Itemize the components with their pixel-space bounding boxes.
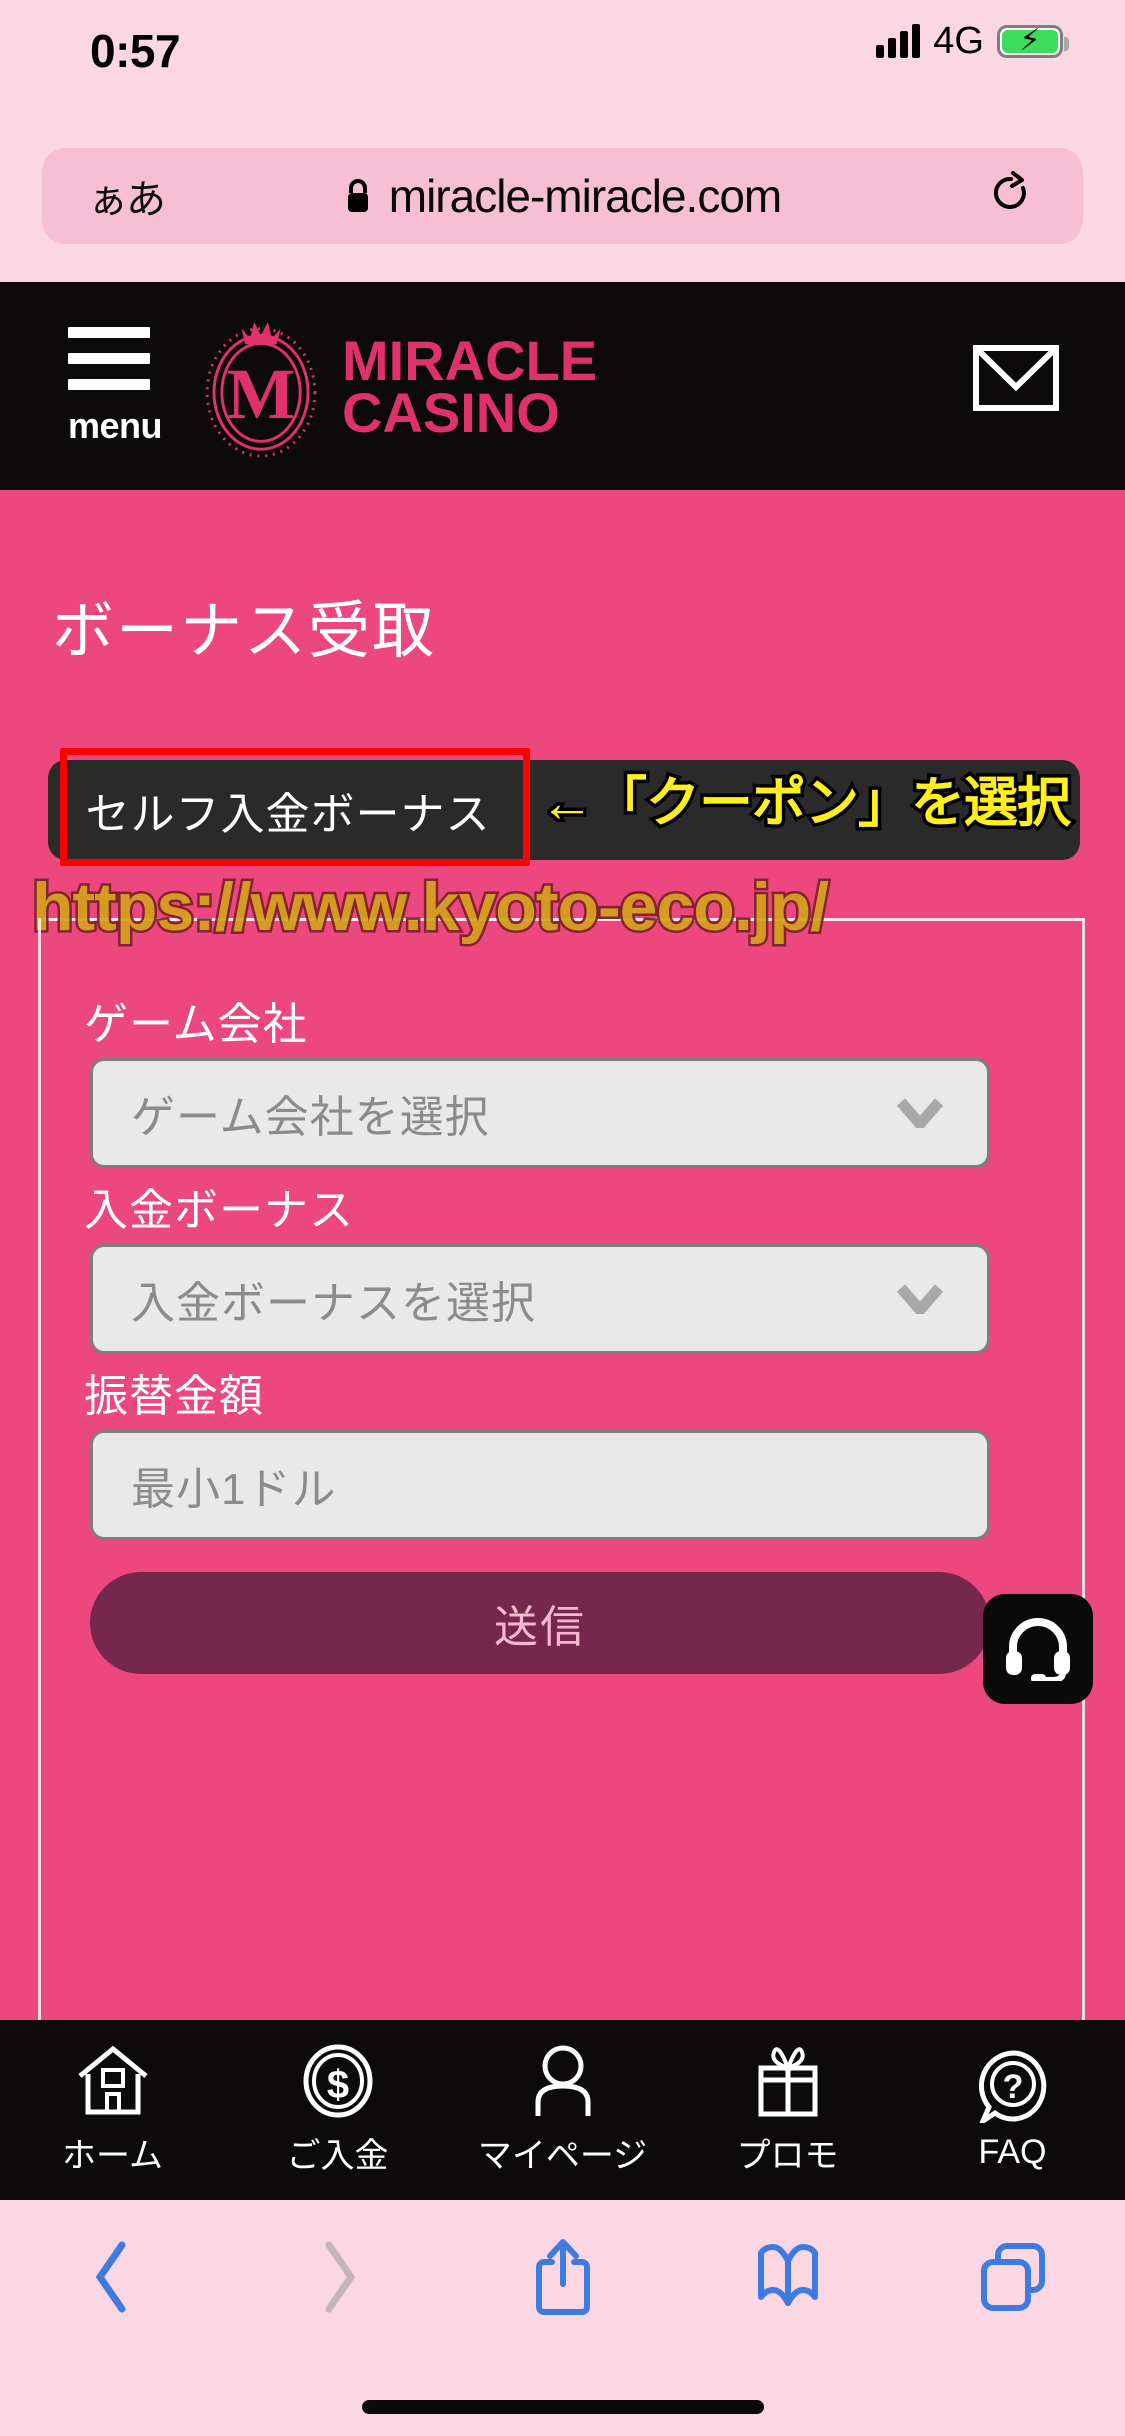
- share-icon: [535, 2239, 590, 2315]
- miracle-casino-emblem-icon: M: [205, 321, 317, 458]
- bottom-navigation: ホーム $ ご入金 マイページ プロモ ? FAQ: [0, 2020, 1125, 2200]
- dollar-coin-icon: $: [303, 2044, 372, 2117]
- phone-screen: 0:57 4G ⚡ ぁあ miracle-miracle.com menu M …: [0, 0, 1125, 2436]
- nav-item-deposit[interactable]: $ ご入金: [225, 2044, 450, 2177]
- chevron-down-icon: [897, 1098, 943, 1128]
- chevron-down-icon: [897, 1284, 943, 1314]
- tab-self-deposit-bonus[interactable]: セルフ入金ボーナス: [48, 760, 528, 860]
- browser-forward-button[interactable]: [225, 2237, 450, 2317]
- select-game-company[interactable]: ゲーム会社を選択: [90, 1058, 990, 1168]
- select-deposit-bonus-value: 入金ボーナスを選択: [131, 1279, 536, 1328]
- envelope-icon[interactable]: [973, 345, 1059, 411]
- content-rail-right: [1082, 918, 1085, 2020]
- browser-bookmarks-button[interactable]: [675, 2241, 900, 2313]
- nav-label-promo: プロモ: [736, 2136, 839, 2175]
- browser-address-bar[interactable]: ぁあ miracle-miracle.com: [42, 148, 1083, 244]
- browser-share-button[interactable]: [450, 2236, 675, 2318]
- status-bar-network: 4G: [933, 20, 984, 62]
- reload-icon[interactable]: [989, 170, 1033, 222]
- select-deposit-bonus[interactable]: 入金ボーナスを選択: [90, 1244, 990, 1354]
- select-game-company-value: ゲーム会社を選択: [131, 1093, 490, 1142]
- question-bubble-icon: ?: [978, 2049, 1046, 2123]
- input-transfer-amount[interactable]: 最小1ドル: [90, 1430, 990, 1540]
- svg-text:$: $: [326, 2063, 348, 2107]
- status-bar-time: 0:57: [90, 25, 181, 77]
- chevron-left-icon: [95, 2241, 125, 2313]
- signal-bars-icon: [876, 24, 921, 58]
- label-transfer-amount: 振替金額: [84, 1372, 264, 1421]
- hamburger-icon: [68, 327, 150, 338]
- headset-icon: [1006, 1618, 1070, 1681]
- logo-line-2: CASINO: [342, 380, 560, 444]
- support-chat-button[interactable]: [983, 1594, 1093, 1704]
- input-transfer-amount-placeholder: 最小1ドル: [131, 1465, 337, 1514]
- menu-label: menu: [68, 405, 163, 446]
- label-deposit-bonus: 入金ボーナス: [84, 1186, 354, 1235]
- nav-label-deposit: ご入金: [286, 2136, 389, 2175]
- lock-icon: [347, 179, 368, 212]
- svg-text:M: M: [227, 353, 295, 434]
- book-icon: [757, 2244, 818, 2306]
- browser-back-button[interactable]: [0, 2237, 225, 2317]
- nav-item-mypage[interactable]: マイページ: [450, 2044, 675, 2177]
- logo-wordmark: MIRACLE CASINO: [342, 328, 598, 444]
- home-icon: [77, 2045, 148, 2114]
- address-bar-url: miracle-miracle.com: [388, 170, 782, 222]
- nav-label-faq: FAQ: [978, 2132, 1047, 2171]
- nav-item-home[interactable]: ホーム: [0, 2044, 225, 2177]
- home-indicator: [361, 2400, 764, 2414]
- gift-icon: [758, 2046, 817, 2116]
- content-rail-left: [38, 918, 41, 2020]
- site-logo[interactable]: M MIRACLE CASINO: [196, 314, 597, 459]
- nav-label-home: ホーム: [62, 2136, 163, 2175]
- nav-item-faq[interactable]: ? FAQ: [900, 2049, 1125, 2172]
- person-icon: [535, 2045, 590, 2116]
- battery-charging-icon: ⚡: [997, 24, 1069, 58]
- menu-button[interactable]: menu: [68, 327, 163, 447]
- watermark-url: https://www.kyoto-eco.jp/: [29, 867, 831, 948]
- chevron-right-icon: [325, 2241, 355, 2313]
- status-bar: 0:57 4G ⚡: [0, 0, 1125, 96]
- submit-button[interactable]: 送信: [90, 1572, 990, 1674]
- svg-text:?: ?: [1002, 2068, 1023, 2106]
- address-bar-content: miracle-miracle.com: [42, 169, 1083, 223]
- page-title: ボーナス受取: [52, 597, 437, 666]
- browser-toolbar: [0, 2200, 1125, 2436]
- tabs-icon: [980, 2243, 1045, 2311]
- site-header: menu M MIRACLE CASINO: [0, 282, 1125, 490]
- label-game-company: ゲーム会社: [84, 1000, 308, 1049]
- status-bar-indicators: 4G ⚡: [876, 20, 1069, 62]
- page-content: ボーナス受取 セルフ入金ボーナス ←「クーポン」を選択 https://www.…: [0, 490, 1125, 2020]
- browser-tabs-button[interactable]: [900, 2240, 1125, 2314]
- nav-label-mypage: マイページ: [477, 2136, 648, 2175]
- nav-item-promo[interactable]: プロモ: [675, 2044, 900, 2177]
- logo-line-1: MIRACLE: [342, 328, 598, 392]
- annotation-select-coupon: ←「クーポン」を選択: [537, 770, 1075, 837]
